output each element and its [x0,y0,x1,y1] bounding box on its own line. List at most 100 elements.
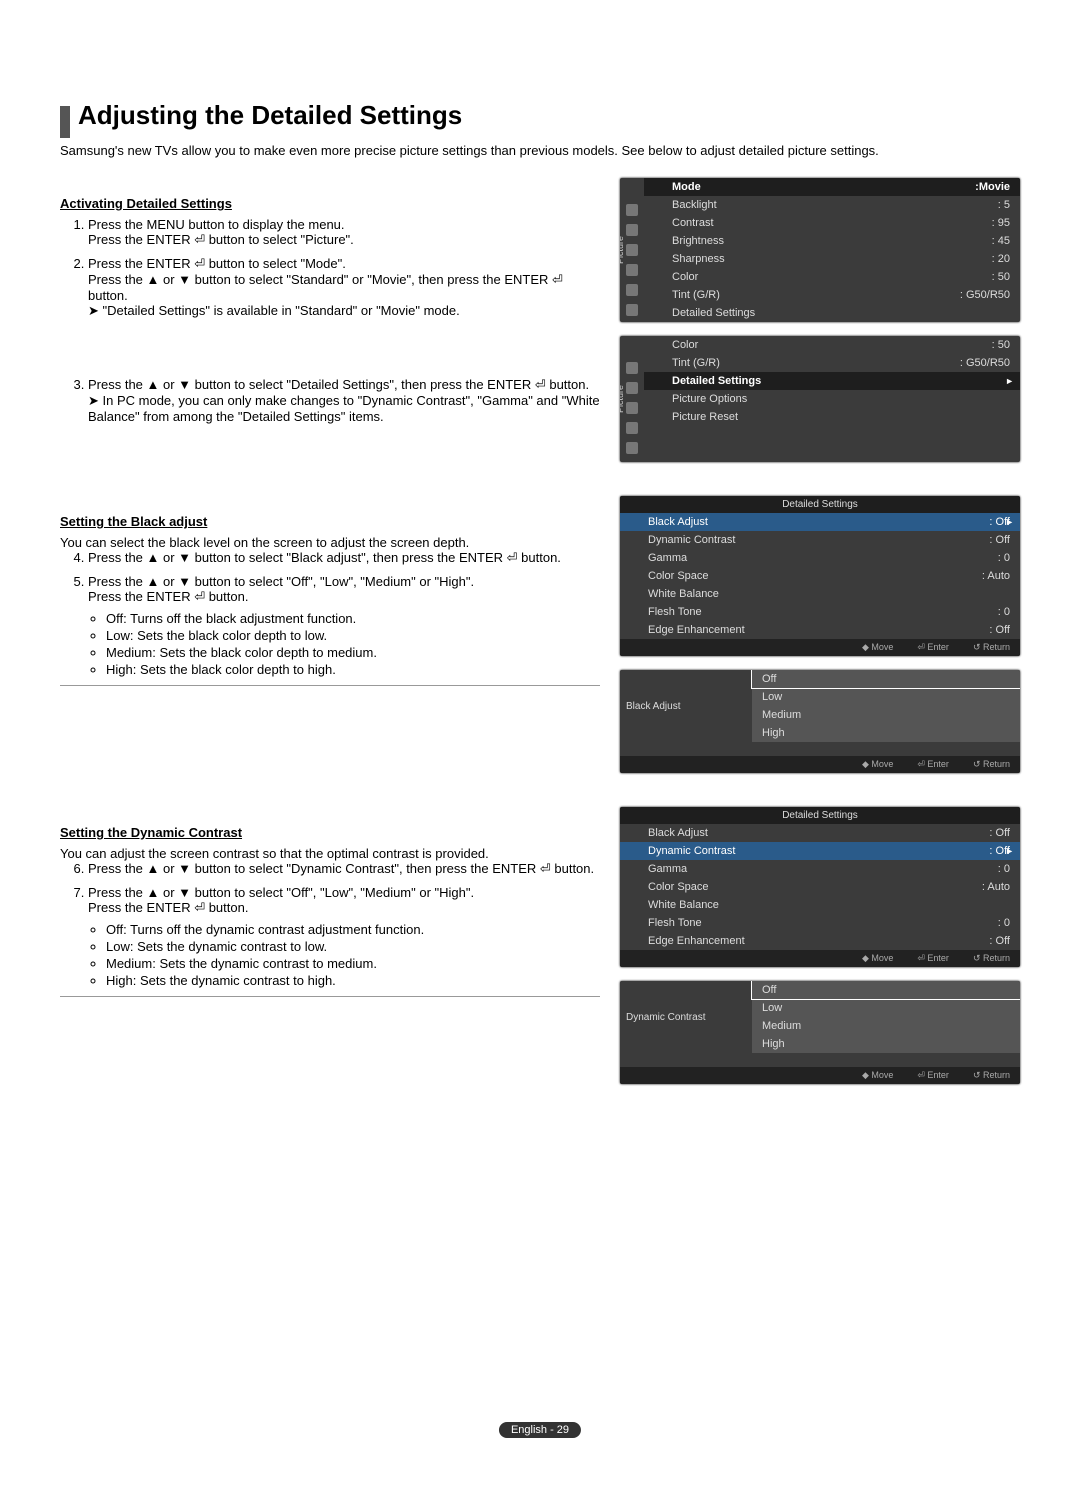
step-3-note: In PC mode, you can only make changes to… [88,393,600,424]
step-1: Press the MENU button to display the men… [88,217,600,248]
osd-row[interactable]: Edge Enhancement: Off [620,932,1020,950]
page-number: English - 29 [499,1422,581,1438]
picture-icon [626,362,638,374]
osd-row[interactable]: Black Adjust: Off [620,824,1020,842]
setup-icon [626,264,638,276]
osd-row[interactable]: Color: 50 [644,336,1020,354]
step-2: Press the ENTER ⏎ button to select "Mode… [88,256,600,319]
popup-option-high[interactable]: High [752,1035,1020,1053]
input-icon [626,284,638,296]
bullet-off: Off: Turns off the dynamic contrast adju… [106,922,600,937]
bullet-off: Off: Turns off the black adjustment func… [106,611,600,626]
section-lead: You can adjust the screen contrast so th… [60,846,600,861]
osd-row[interactable]: Gamma: 0 [620,860,1020,878]
osd-footer: ◆ Move ⏎ Enter ↺ Return [620,950,1020,967]
section-lead: You can select the black level on the sc… [60,535,600,550]
osd-row[interactable]: Contrast: 95 [644,214,1020,232]
footer-move: ◆ Move [862,642,893,653]
osd-detailed-settings-list-2: Detailed Settings Black Adjust: Off Dyna… [620,807,1020,967]
popup-option-low[interactable]: Low [752,688,1020,706]
osd-row[interactable]: Tint (G/R): G50/R50 [644,354,1020,372]
popup-option-medium[interactable]: Medium [752,1017,1020,1035]
bullet-low: Low: Sets the black color depth to low. [106,628,600,643]
osd-row[interactable]: Tint (G/R): G50/R50 [644,286,1020,304]
step-7: Press the ▲ or ▼ button to select "Off",… [88,885,600,988]
section-heading-activating: Activating Detailed Settings [60,196,600,211]
sound-icon [626,224,638,236]
osd-row-black-adjust[interactable]: Black Adjust: Off [620,513,1020,531]
step-1-line1: Press the MENU button to display the men… [88,217,345,232]
osd-row[interactable]: Gamma: 0 [620,549,1020,567]
popup-option-medium[interactable]: Medium [752,706,1020,724]
osd-row[interactable]: Color Space: Auto [620,567,1020,585]
osd-row[interactable]: Detailed Settings [644,304,1020,322]
step-3: Press the ▲ or ▼ button to select "Detai… [88,377,600,424]
osd-mode-value: :Movie [975,181,1010,193]
setup-icon [626,422,638,434]
osd-row[interactable]: Color Space: Auto [620,878,1020,896]
manual-page: Adjusting the Detailed Settings Samsung'… [0,0,1080,1488]
osd-row[interactable]: Picture Reset [644,408,1020,426]
step-3-line1: Press the ▲ or ▼ button to select "Detai… [88,377,589,392]
step-6: Press the ▲ or ▼ button to select "Dynam… [88,861,600,877]
application-icon [626,304,638,316]
popup-label: Black Adjust [620,670,752,742]
osd-row[interactable]: Flesh Tone: 0 [620,603,1020,621]
bullet-high: High: Sets the black color depth to high… [106,662,600,677]
step-1-line2: Press the ENTER ⏎ button to select "Pict… [88,232,354,247]
popup-option-off[interactable]: Off [752,981,1020,999]
title-accent-bar [60,106,70,138]
osd-row[interactable]: Dynamic Contrast: Off [620,531,1020,549]
osd-row[interactable]: Picture Options [644,390,1020,408]
step-5: Press the ▲ or ▼ button to select "Off",… [88,574,600,677]
osd-footer: ◆ Move ⏎ Enter ↺ Return [620,756,1020,773]
bullet-medium: Medium: Sets the dynamic contrast to med… [106,956,600,971]
popup-label: Dynamic Contrast [620,981,752,1053]
bullet-low: Low: Sets the dynamic contrast to low. [106,939,600,954]
title-wrap: Adjusting the Detailed Settings [60,100,1020,143]
osd-row[interactable]: Brightness: 45 [644,232,1020,250]
page-title: Adjusting the Detailed Settings [78,100,462,131]
osd-row-empty [644,444,1020,462]
intro-text: Samsung's new TVs allow you to make even… [60,143,1020,158]
osd-picture-mode: Picture Mode :Movie Backlight: 5 Contras… [620,178,1020,322]
step-2-line1: Press the ENTER ⏎ button to select "Mode… [88,256,346,271]
channel-icon [626,402,638,414]
osd-side-icons [620,200,644,316]
osd-detailed-settings-list: Detailed Settings Black Adjust: Off Dyna… [620,496,1020,656]
osd-row-empty [644,426,1020,444]
step-4: Press the ▲ or ▼ button to select "Black… [88,550,600,566]
section-heading-black-adjust: Setting the Black adjust [60,514,600,529]
osd-title: Detailed Settings [620,807,1020,824]
osd-footer: ◆ Move ⏎ Enter ↺ Return [620,639,1020,656]
picture-icon [626,204,638,216]
osd-row[interactable]: Edge Enhancement: Off [620,621,1020,639]
osd-detailed-settings-selected: Picture Color: 50 Tint (G/R): G50/R50 De… [620,336,1020,462]
footer-return: ↺ Return [973,642,1010,653]
osd-title: Detailed Settings [620,496,1020,513]
osd-row[interactable]: Sharpness: 20 [644,250,1020,268]
osd-row[interactable]: White Balance [620,896,1020,914]
osd-row[interactable]: Backlight: 5 [644,196,1020,214]
step-2-line2: Press the ▲ or ▼ button to select "Stand… [88,272,563,303]
popup-option-off[interactable]: Off [752,670,1020,688]
osd-row[interactable]: Flesh Tone: 0 [620,914,1020,932]
sound-icon [626,382,638,394]
osd-mode-row[interactable]: Mode :Movie [644,178,1020,196]
channel-icon [626,244,638,256]
osd-popup-dynamic-contrast: Dynamic Contrast Off Low Medium High ◆ M… [620,981,1020,1084]
input-icon [626,442,638,454]
osd-row[interactable]: Color: 50 [644,268,1020,286]
footer-enter: ⏎ Enter [917,642,949,653]
popup-option-high[interactable]: High [752,724,1020,742]
osd-popup-black-adjust: Black Adjust Off Low Medium High ◆ Move … [620,670,1020,773]
osd-detailed-settings-row[interactable]: Detailed Settings [644,372,1020,390]
step-2-note: "Detailed Settings" is available in "Sta… [88,303,600,319]
bullet-medium: Medium: Sets the black color depth to me… [106,645,600,660]
osd-row-dynamic-contrast[interactable]: Dynamic Contrast: Off [620,842,1020,860]
osd-footer: ◆ Move ⏎ Enter ↺ Return [620,1067,1020,1084]
osd-mode-label: Mode [672,181,701,193]
osd-side-icons [620,358,644,462]
popup-option-low[interactable]: Low [752,999,1020,1017]
osd-row[interactable]: White Balance [620,585,1020,603]
